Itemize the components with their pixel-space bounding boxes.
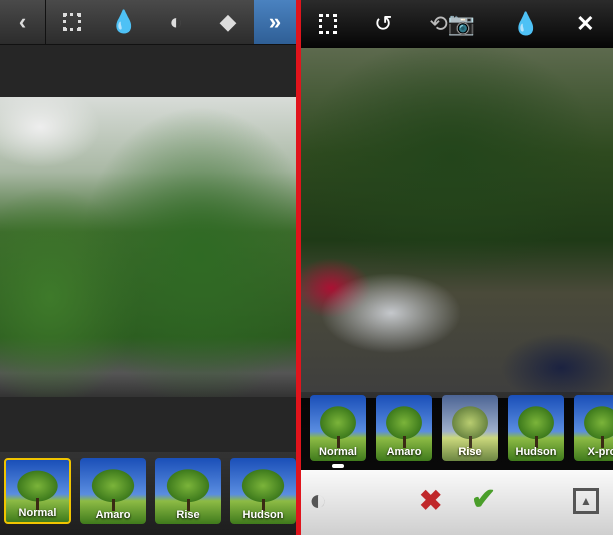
filter-label: X-pro — [587, 446, 613, 458]
photo-preview — [301, 48, 613, 398]
chevron-left-icon: ‹ — [18, 9, 27, 34]
editor-panel-right: ↺ ⟲📷 💧 ✕ Normal Amaro Rise Hudson X-pro … — [301, 0, 613, 535]
confirm-button[interactable]: ✔ — [471, 482, 496, 517]
cancel-button[interactable]: ✖ — [419, 484, 442, 517]
filter-normal[interactable]: Normal — [4, 458, 71, 524]
expand-button[interactable]: ▲ — [573, 488, 599, 514]
border-button[interactable] — [46, 0, 98, 44]
drop-icon: 💧 — [511, 11, 540, 36]
flip-camera-button[interactable]: ⟲📷 — [429, 0, 475, 48]
filter-hudson[interactable]: Hudson — [508, 395, 564, 461]
border-button[interactable] — [319, 0, 338, 48]
tilt-shift-button[interactable]: 💧 — [98, 0, 150, 44]
bottom-bar: ◐ ✖ ✔ ▲ — [301, 470, 613, 535]
checkmark-icon: ✔ — [471, 483, 497, 516]
filter-normal[interactable]: Normal — [310, 395, 366, 461]
filter-rise[interactable]: Rise — [155, 458, 221, 524]
camera-flip-icon: ⟲📷 — [429, 11, 476, 36]
selected-indicator — [332, 464, 344, 468]
editor-panel-left: ‹ 💧 ◐ ◆ » Normal Amaro Rise Hudson — [0, 0, 296, 535]
triangle-up-icon: ▲ — [580, 494, 592, 508]
double-chevron-right-icon: » — [268, 9, 282, 34]
rotate-icon: ◆ — [219, 9, 237, 34]
close-icon: ✕ — [576, 11, 595, 36]
frame-icon — [63, 13, 81, 31]
drop-icon: 💧 — [110, 9, 138, 34]
photo-preview — [0, 97, 296, 397]
filter-label: Rise — [458, 446, 482, 458]
lux-button[interactable]: ◐ — [309, 484, 327, 518]
filter-strip[interactable]: Normal Amaro Rise Hudson X-pro — [301, 392, 613, 470]
toolbar: ↺ ⟲📷 💧 ✕ — [301, 0, 613, 48]
brightness-icon: ◐ — [169, 9, 183, 34]
filter-hudson[interactable]: Hudson — [230, 458, 296, 524]
tilt-shift-button[interactable]: 💧 — [512, 0, 539, 48]
filter-label: Rise — [176, 509, 200, 521]
filter-label: Amaro — [386, 446, 422, 458]
filter-xpro[interactable]: X-pro — [574, 395, 613, 461]
rotate-button[interactable]: ↺ — [374, 0, 392, 48]
filter-rise[interactable]: Rise — [442, 395, 498, 461]
brightness-icon: ◐ — [309, 484, 328, 517]
forward-button[interactable]: » — [254, 0, 296, 44]
filter-amaro[interactable]: Amaro — [376, 395, 432, 461]
x-icon: ✖ — [419, 485, 443, 516]
frame-icon — [319, 14, 338, 34]
filter-label: Amaro — [95, 509, 131, 521]
lux-button[interactable]: ◐ — [150, 0, 202, 44]
rotate-button[interactable]: ◆ — [202, 0, 254, 44]
filter-label: Hudson — [515, 446, 557, 458]
filter-label: Normal — [319, 446, 357, 458]
back-button[interactable]: ‹ — [0, 0, 46, 44]
filter-label: Normal — [18, 507, 57, 519]
close-button[interactable]: ✕ — [576, 0, 594, 48]
filter-label: Hudson — [242, 509, 284, 521]
rotate-icon: ↺ — [374, 11, 393, 36]
toolbar: ‹ 💧 ◐ ◆ » — [0, 0, 296, 45]
filter-strip[interactable]: Normal Amaro Rise Hudson — [0, 452, 296, 535]
filter-amaro[interactable]: Amaro — [80, 458, 146, 524]
